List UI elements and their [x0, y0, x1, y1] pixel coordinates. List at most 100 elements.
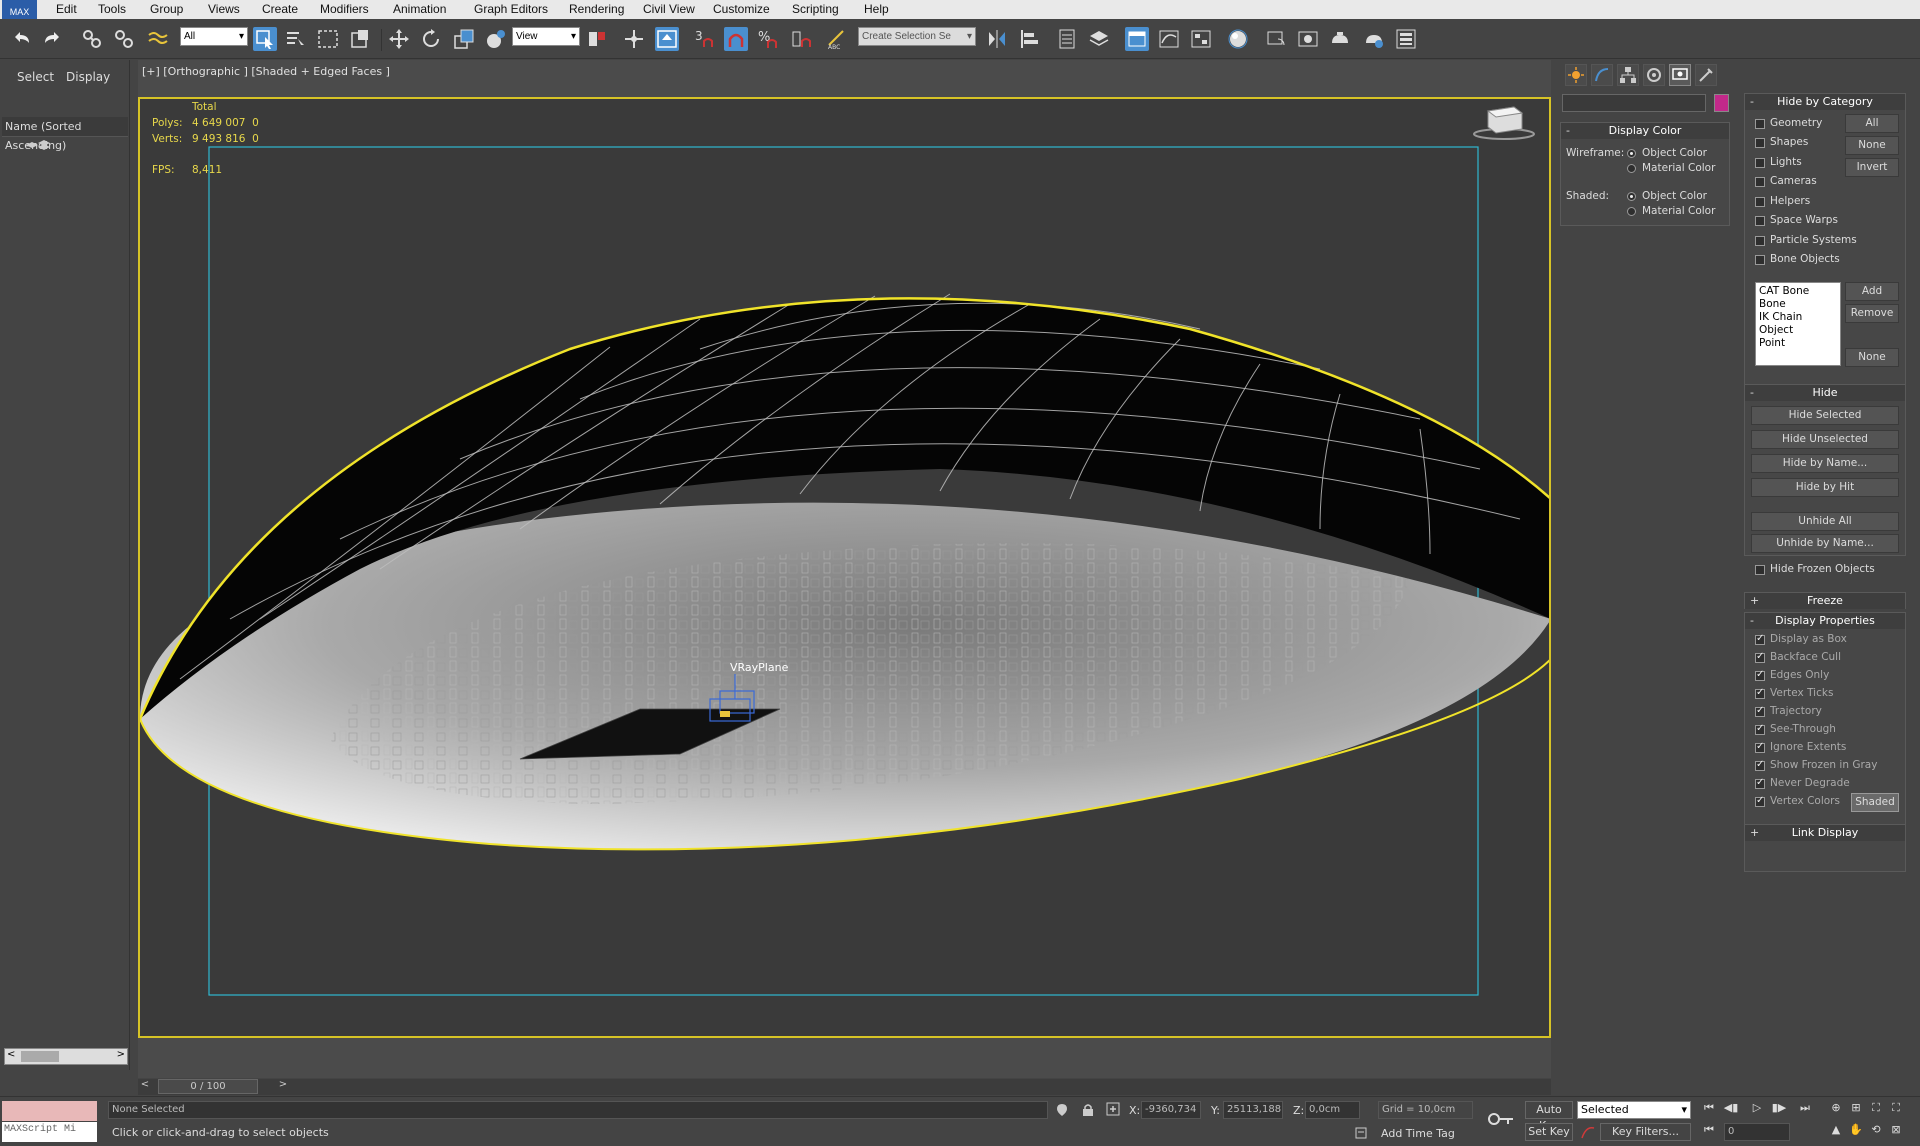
time-slider-thumb[interactable]: 0 / 100 — [158, 1079, 258, 1094]
key-mode-dropdown[interactable]: Selected — [1577, 1101, 1691, 1119]
auto-key-button[interactable]: Auto Key — [1525, 1101, 1573, 1132]
hide-unselected-button[interactable]: Hide Unselected — [1751, 430, 1899, 449]
key-filters-button[interactable]: Key Filters... — [1600, 1123, 1691, 1141]
utilities-tab-icon[interactable] — [1695, 64, 1717, 86]
material-editor-icon[interactable] — [1226, 27, 1250, 51]
y-coordinate-field[interactable]: 25113,188 — [1223, 1101, 1283, 1119]
selection-filter-dropdown[interactable]: All — [180, 27, 248, 46]
category-remove-button[interactable]: Remove — [1845, 304, 1899, 323]
schematic-view-icon[interactable] — [1189, 27, 1213, 51]
show-frozen-in-gray-checkbox[interactable] — [1755, 759, 1765, 771]
explorer-scrollbar[interactable]: < > — [4, 1048, 128, 1065]
percent-snap-icon[interactable]: % — [756, 27, 780, 51]
x-coordinate-field[interactable]: -9360,734 — [1141, 1101, 1201, 1119]
render-setup-icon[interactable] — [1264, 27, 1288, 51]
tab-select[interactable]: Select — [17, 70, 54, 84]
category-none-button[interactable]: None — [1845, 136, 1899, 155]
lights-checkbox[interactable] — [1755, 158, 1765, 168]
category-add-button[interactable]: Add — [1845, 282, 1899, 301]
viewcube-icon[interactable] — [1470, 101, 1540, 141]
window-crossing-icon[interactable] — [348, 27, 372, 51]
wireframe-material-color-radio[interactable] — [1627, 164, 1636, 173]
go-to-start-icon[interactable]: ⏮ — [1699, 1101, 1719, 1119]
category-all-button[interactable]: All — [1845, 114, 1899, 133]
helpers-checkbox[interactable] — [1755, 197, 1765, 207]
absolute-mode-icon[interactable] — [1106, 1102, 1120, 1119]
display-tab-icon[interactable] — [1669, 64, 1691, 86]
menu-edit[interactable]: Edit — [56, 2, 77, 16]
named-selection-dropdown[interactable]: Create Selection Se — [858, 27, 976, 46]
vertex-ticks-checkbox[interactable] — [1755, 687, 1765, 699]
list-item[interactable]: CAT Bone — [1759, 285, 1837, 298]
object-name-field[interactable] — [1562, 94, 1706, 112]
hide-by-hit-button[interactable]: Hide by Hit — [1751, 478, 1899, 497]
go-to-end-icon[interactable]: ⏭ — [1795, 1101, 1815, 1119]
menu-customize[interactable]: Customize — [713, 2, 770, 16]
list-item[interactable]: Bone — [1759, 298, 1837, 311]
place-icon[interactable] — [484, 27, 508, 51]
menu-civil-view[interactable]: Civil View — [643, 2, 695, 16]
link-display-rollout[interactable]: + Link Display — [1744, 824, 1906, 841]
shapes-checkbox[interactable] — [1755, 138, 1765, 148]
object-color-swatch[interactable] — [1714, 94, 1729, 112]
shaded-object-color-radio[interactable] — [1627, 192, 1636, 201]
snap-toggle-icon[interactable]: 3 — [692, 27, 716, 51]
reference-coord-dropdown[interactable]: View — [512, 27, 580, 46]
current-frame-field[interactable]: 0 — [1724, 1123, 1790, 1141]
time-slider[interactable]: < 0 / 100 > — [138, 1079, 1551, 1095]
hide-by-name-button[interactable]: Hide by Name... — [1751, 454, 1899, 473]
render-production-icon[interactable] — [1328, 27, 1352, 51]
set-key-button[interactable]: Set Key — [1525, 1123, 1573, 1141]
maximize-viewport-icon[interactable]: ⊠ — [1886, 1123, 1906, 1141]
viewport[interactable]: [+] [Orthographic ] [Shaded + Edged Face… — [138, 60, 1551, 1078]
curve-icon[interactable] — [1580, 1124, 1596, 1143]
move-icon[interactable] — [387, 27, 411, 51]
select-object-icon[interactable] — [253, 27, 277, 51]
rect-selection-region-icon[interactable] — [316, 27, 340, 51]
zoom-all-icon[interactable]: ⊞ — [1846, 1101, 1866, 1119]
trajectory-checkbox[interactable] — [1755, 705, 1765, 717]
display-color-header[interactable]: - Display Color — [1561, 123, 1729, 139]
shaded-material-color-radio[interactable] — [1627, 207, 1636, 216]
wireframe-object-color-radio[interactable] — [1627, 149, 1636, 158]
zoom-extents-icon[interactable]: ⛶ — [1866, 1101, 1886, 1119]
app-logo[interactable]: MAX — [2, 0, 37, 19]
time-prev-button[interactable]: < — [138, 1079, 152, 1094]
menu-rendering[interactable]: Rendering — [569, 2, 624, 16]
display-as-box-checkbox[interactable] — [1755, 633, 1765, 645]
key-mode-toggle-icon[interactable]: ⏮ — [1699, 1123, 1719, 1141]
unlink-icon[interactable] — [112, 27, 136, 51]
selection-center-icon[interactable] — [622, 27, 646, 51]
ignore-extents-checkbox[interactable] — [1755, 741, 1765, 753]
menu-group[interactable]: Group — [150, 2, 183, 16]
z-coordinate-field[interactable]: 0,0cm — [1305, 1101, 1360, 1119]
tab-display[interactable]: Display — [66, 70, 110, 84]
link-icon[interactable] — [80, 27, 104, 51]
menu-create[interactable]: Create — [262, 2, 298, 16]
scroll-left-icon[interactable]: < — [7, 1049, 15, 1060]
mirror-icon[interactable] — [985, 27, 1009, 51]
edges-only-checkbox[interactable] — [1755, 669, 1765, 681]
hide-frozen-objects-checkbox[interactable] — [1755, 565, 1765, 575]
scroll-right-icon[interactable]: > — [117, 1049, 125, 1060]
freeze-rollout[interactable]: + Freeze — [1744, 592, 1906, 609]
time-tag-icon[interactable] — [1355, 1127, 1367, 1142]
keyboard-shortcut-override-icon[interactable] — [655, 27, 679, 51]
play-icon[interactable]: ▷ — [1747, 1101, 1767, 1119]
viewport-label[interactable]: [+] [Orthographic ] [Shaded + Edged Face… — [142, 65, 390, 78]
geometry-checkbox[interactable] — [1755, 119, 1765, 129]
menu-scripting[interactable]: Scripting — [792, 2, 839, 16]
menu-graph-editors[interactable]: Graph Editors — [474, 2, 548, 16]
display-properties-header[interactable]: - Display Properties — [1745, 613, 1905, 629]
modify-tab-icon[interactable] — [1591, 64, 1613, 86]
create-tab-icon[interactable] — [1565, 64, 1587, 86]
unhide-all-button[interactable]: Unhide All — [1751, 512, 1899, 531]
hide-selected-button[interactable]: Hide Selected — [1751, 406, 1899, 425]
menu-tools[interactable]: Tools — [98, 2, 126, 16]
render-iterative-icon[interactable] — [1362, 27, 1386, 51]
vertex-colors-checkbox[interactable] — [1755, 795, 1765, 807]
next-frame-icon[interactable]: ▮▶ — [1769, 1101, 1789, 1119]
hide-by-category-header[interactable]: - Hide by Category — [1745, 94, 1905, 110]
rendered-frame-window-icon[interactable] — [1296, 27, 1320, 51]
scale-icon[interactable] — [452, 27, 476, 51]
